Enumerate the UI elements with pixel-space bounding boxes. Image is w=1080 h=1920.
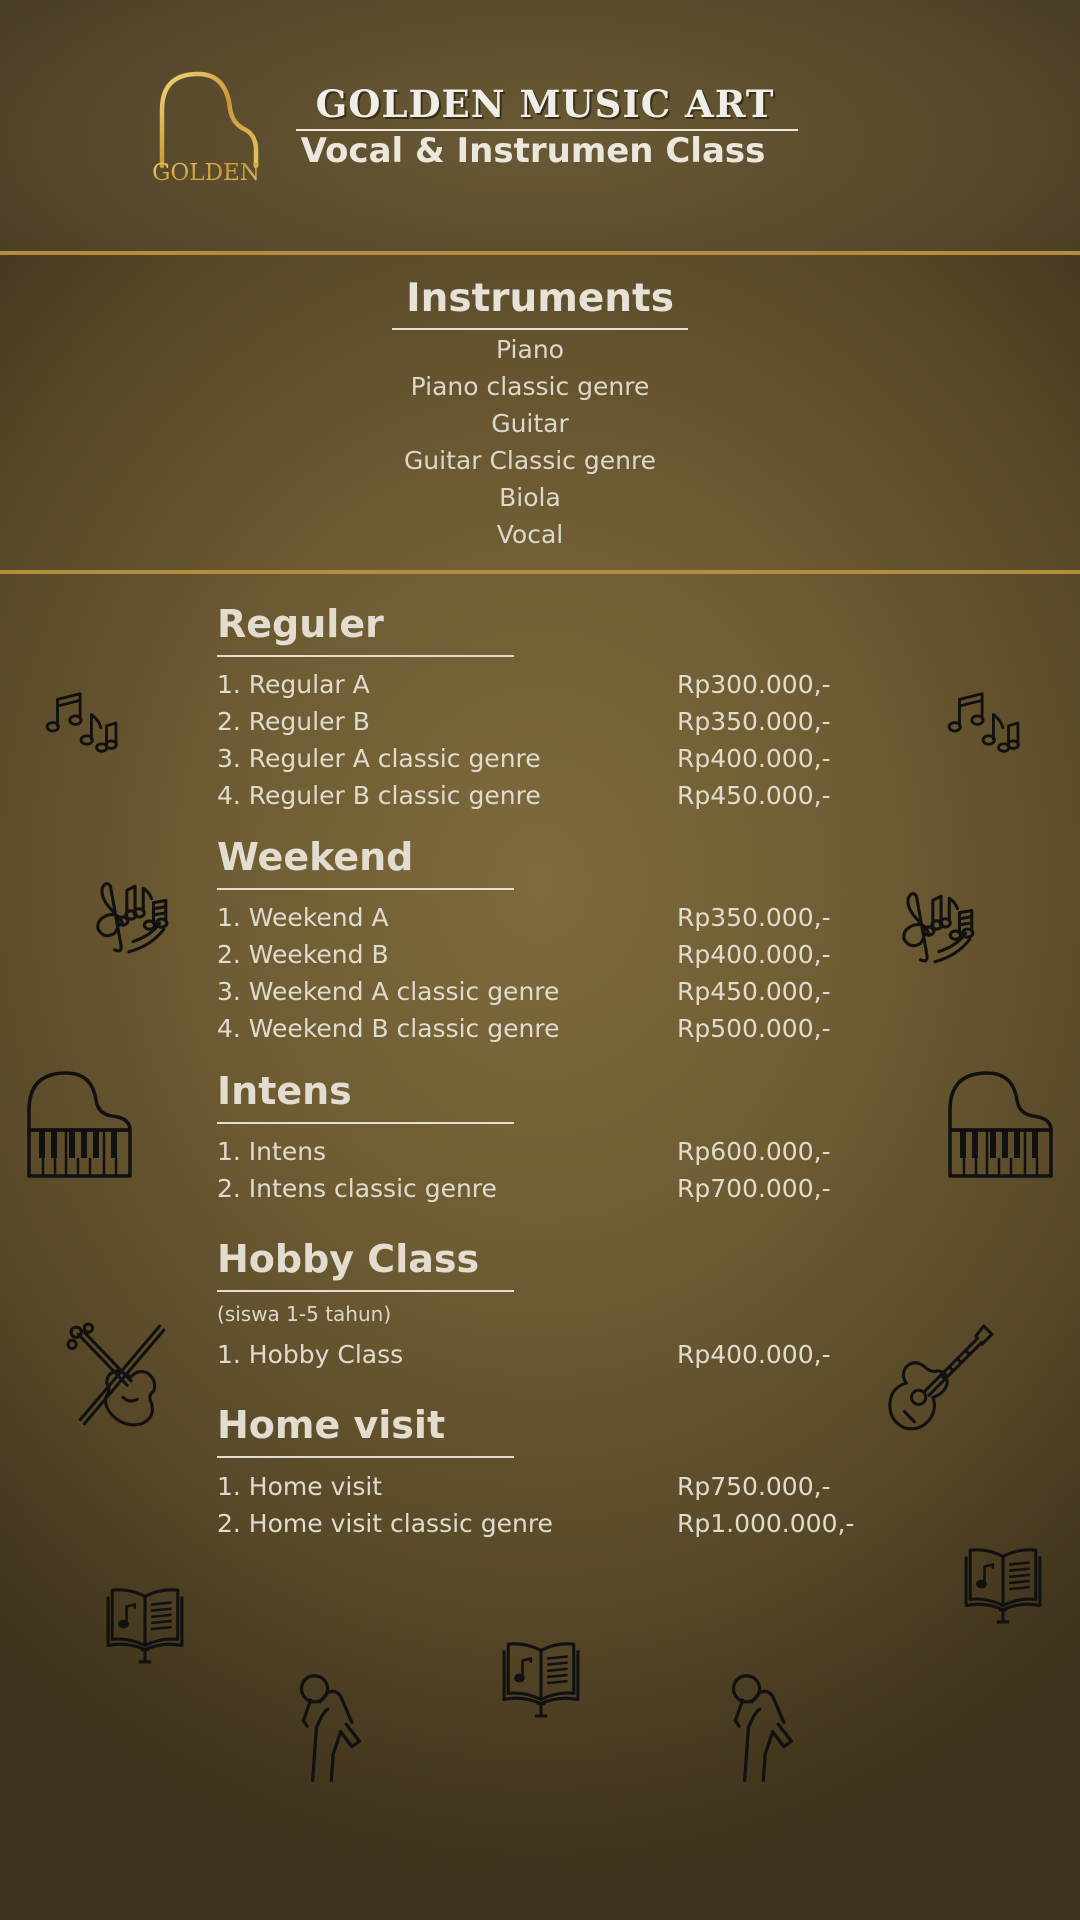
class-price: Rp450.000,- (677, 977, 831, 1006)
guitar-icon (884, 1322, 996, 1434)
instruments-heading: Instruments (406, 276, 674, 321)
instrument-item: Piano (496, 335, 564, 364)
section-title-intens: Intens (217, 1069, 352, 1113)
class-price: Rp500.000,- (677, 1014, 831, 1043)
section-divider (217, 1456, 514, 1458)
section-note: (siswa 1-5 tahun) (217, 1302, 392, 1326)
instrument-item: Biola (499, 483, 561, 512)
price-row: 2. Intens classic genre Rp700.000,- (217, 1170, 867, 1207)
class-name: 4. Reguler B classic genre (217, 781, 541, 810)
violin-icon (66, 1322, 178, 1434)
class-name: 1. Intens (217, 1137, 327, 1166)
price-row: 2. Weekend B Rp400.000,- (217, 936, 867, 973)
class-name: 2. Reguler B (217, 707, 370, 736)
gold-divider-top (0, 251, 1080, 255)
instrument-item: Guitar Classic genre (403, 446, 657, 475)
class-price: Rp750.000,- (677, 1472, 831, 1501)
grand-piano-icon (947, 1070, 1057, 1180)
brand-subtitle: Vocal & Instrumen Class (300, 131, 766, 171)
price-row: 3. Reguler A classic genre Rp400.000,- (217, 740, 867, 777)
singer-microphone-icon (726, 1672, 810, 1784)
singer-microphone-icon (294, 1672, 378, 1784)
class-price: Rp700.000,- (677, 1174, 831, 1203)
section-divider (217, 655, 514, 657)
instruments-list: Piano Piano classic genre Guitar Guitar … (340, 331, 720, 553)
class-name: 3. Weekend A classic genre (217, 977, 560, 1006)
svg-text:GOLDEN: GOLDEN (152, 160, 260, 186)
music-book-icon (962, 1542, 1044, 1624)
instruments-divider (392, 328, 688, 330)
section-divider (217, 1122, 514, 1124)
gold-divider-middle (0, 570, 1080, 574)
price-row: 1. Home visit Rp750.000,- (217, 1468, 867, 1505)
class-name: 1. Home visit (217, 1472, 383, 1501)
class-name: 2. Weekend B (217, 940, 389, 969)
class-price: Rp300.000,- (677, 670, 831, 699)
price-row: 2. Reguler B Rp350.000,- (217, 703, 867, 740)
price-row: 1. Intens Rp600.000,- (217, 1133, 867, 1170)
music-notes-icon (946, 690, 1022, 756)
price-row: 1. Hobby Class Rp400.000,- (217, 1336, 867, 1373)
price-row: 4. Reguler B classic genre Rp450.000,- (217, 777, 867, 814)
section-divider (217, 888, 514, 890)
class-name: 2. Home visit classic genre (217, 1509, 553, 1538)
instrument-item: Vocal (496, 520, 564, 549)
instrument-item: Piano classic genre (410, 372, 650, 401)
music-notes-icon (44, 690, 120, 756)
section-divider (217, 1290, 514, 1292)
brand-title: GOLDEN MUSIC ART (315, 82, 775, 126)
class-price: Rp350.000,- (677, 707, 831, 736)
class-name: 3. Reguler A classic genre (217, 744, 541, 773)
class-name: 2. Intens classic genre (217, 1174, 497, 1203)
class-price: Rp450.000,- (677, 781, 831, 810)
music-notes-swirl-icon (92, 878, 174, 960)
class-price: Rp350.000,- (677, 903, 831, 932)
price-row: 3. Weekend A classic genre Rp450.000,- (217, 973, 867, 1010)
class-price: Rp400.000,- (677, 1340, 831, 1369)
class-price: Rp600.000,- (677, 1137, 831, 1166)
class-name: 4. Weekend B classic genre (217, 1014, 560, 1043)
class-price: Rp400.000,- (677, 940, 831, 969)
golden-piano-logo-icon: GOLDEN (152, 71, 260, 186)
section-title-weekend: Weekend (217, 835, 414, 879)
instrument-item: Guitar (491, 409, 569, 438)
price-row: 1. Regular A Rp300.000,- (217, 666, 867, 703)
class-price: Rp1.000.000,- (677, 1509, 855, 1538)
section-title-reguler: Reguler (217, 602, 384, 646)
music-book-icon (104, 1582, 186, 1664)
class-name: 1. Hobby Class (217, 1340, 404, 1369)
logo: GOLDEN (148, 70, 268, 188)
class-name: 1. Weekend A (217, 903, 389, 932)
class-price: Rp400.000,- (677, 744, 831, 773)
section-title-home-visit: Home visit (217, 1403, 446, 1447)
price-row: 2. Home visit classic genre Rp1.000.000,- (217, 1505, 867, 1542)
music-book-icon (500, 1636, 582, 1718)
music-notes-swirl-icon (898, 888, 980, 970)
class-name: 1. Regular A (217, 670, 370, 699)
price-row: 1. Weekend A Rp350.000,- (217, 899, 867, 936)
section-title-hobby-class: Hobby Class (217, 1237, 480, 1281)
price-row: 4. Weekend B classic genre Rp500.000,- (217, 1010, 867, 1047)
grand-piano-icon (26, 1070, 136, 1180)
